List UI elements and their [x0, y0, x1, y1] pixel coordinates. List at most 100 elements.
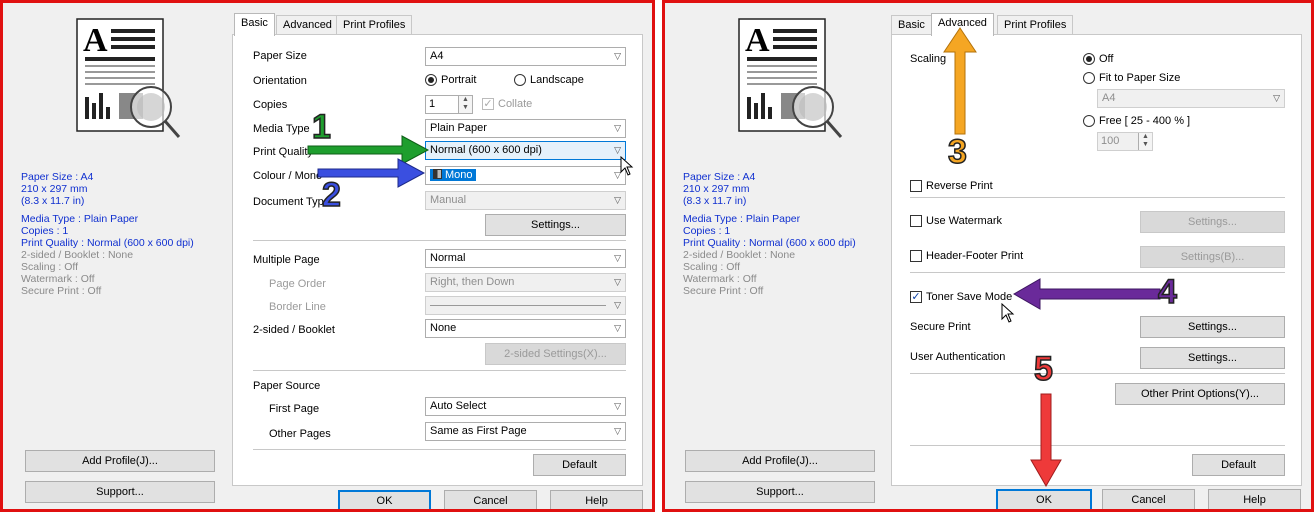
- other-pages-label: Other Pages: [269, 428, 331, 440]
- tab-advanced[interactable]: Advanced: [931, 13, 994, 36]
- page-order-select[interactable]: Right, then Down ▽: [425, 273, 626, 292]
- multiple-page-select[interactable]: Normal ▽: [425, 249, 626, 268]
- settings-summary: Paper Size : A4 210 x 297 mm (8.3 x 11.7…: [21, 171, 221, 297]
- summary-media-type: Media Type : Plain Paper: [683, 213, 801, 225]
- default-button[interactable]: Default: [533, 454, 626, 476]
- two-sided-label: 2-sided / Booklet: [253, 324, 335, 336]
- chevron-down-icon: ▽: [614, 277, 621, 287]
- first-page-select[interactable]: Auto Select ▽: [425, 397, 626, 416]
- document-type-select[interactable]: Manual ▽: [425, 191, 626, 210]
- annotation-number-2: 2: [321, 176, 341, 214]
- paper-source-label: Paper Source: [253, 380, 321, 392]
- divider: [910, 445, 1285, 446]
- free-scaling-value: 100: [1101, 135, 1120, 147]
- landscape-radio[interactable]: [514, 74, 526, 86]
- header-footer-checkbox[interactable]: [910, 250, 922, 262]
- use-watermark-checkbox[interactable]: [910, 215, 922, 227]
- two-sided-select[interactable]: None ▽: [425, 319, 626, 338]
- settings-summary: Paper Size : A4 210 x 297 mm (8.3 x 11.7…: [683, 171, 883, 297]
- copies-stepper[interactable]: 1 ▲ ▼: [425, 95, 473, 114]
- watermark-settings-button[interactable]: Settings...: [1140, 211, 1285, 233]
- summary-print-quality: Print Quality : Normal (600 x 600 dpi): [683, 237, 856, 249]
- dialog-basic-tab: A Paper Size : A4 210 x 297 mm (8.3 x 11…: [0, 0, 655, 512]
- secure-print-settings-button[interactable]: Settings...: [1140, 316, 1285, 338]
- multiple-page-value: Normal: [430, 252, 466, 264]
- free-scaling-label: Free [ 25 - 400 % ]: [1099, 115, 1191, 127]
- colour-mono-select[interactable]: Mono ▽: [425, 166, 626, 185]
- summary-two-sided: 2-sided / Booklet : None: [21, 249, 134, 261]
- tab-advanced[interactable]: Advanced: [276, 15, 339, 35]
- tab-basic[interactable]: Basic: [234, 13, 275, 36]
- document-type-label: Document Type: [253, 196, 330, 208]
- landscape-label: Landscape: [530, 74, 584, 86]
- media-type-select[interactable]: Plain Paper ▽: [425, 119, 626, 138]
- summary-media-type: Media Type : Plain Paper: [21, 213, 139, 225]
- print-quality-select[interactable]: Normal (600 x 600 dpi) ▽: [425, 141, 626, 160]
- summary-dim-in: (8.3 x 11.7 in): [21, 195, 85, 207]
- summary-watermark: Watermark : Off: [21, 273, 95, 285]
- other-pages-select[interactable]: Same as First Page ▽: [425, 422, 626, 441]
- spin-arrows-icon[interactable]: ▲ ▼: [458, 96, 472, 113]
- chevron-down-icon: ▽: [614, 401, 621, 411]
- tab-print-profiles[interactable]: Print Profiles: [997, 15, 1074, 35]
- summary-scaling: Scaling : Off: [21, 261, 79, 273]
- document-settings-button[interactable]: Settings...: [485, 214, 626, 236]
- fit-paper-size-select[interactable]: A4 ▽: [1097, 89, 1285, 108]
- copies-value: 1: [429, 98, 436, 110]
- other-print-options-button[interactable]: Other Print Options(Y)...: [1115, 383, 1285, 405]
- media-type-label: Media Type: [253, 123, 310, 135]
- multiple-page-label: Multiple Page: [253, 254, 320, 266]
- chevron-down-icon: ▽: [614, 195, 621, 205]
- add-profile-button[interactable]: Add Profile(J)...: [685, 450, 875, 472]
- help-button[interactable]: Help: [550, 490, 643, 509]
- cancel-button[interactable]: Cancel: [444, 490, 537, 509]
- ok-button[interactable]: OK: [996, 489, 1092, 509]
- support-button[interactable]: Support...: [685, 481, 875, 503]
- dialog-advanced-tab: A Paper Size : A4 210 x 297 mm (8.3 x 11…: [662, 0, 1314, 512]
- header-footer-label: Header-Footer Print: [926, 250, 1024, 262]
- colour-mono-label: Colour / Mono: [253, 170, 323, 182]
- divider: [910, 197, 1285, 198]
- scaling-off-radio[interactable]: [1083, 53, 1095, 65]
- collate-checkbox[interactable]: ✓: [482, 98, 494, 110]
- tab-print-profiles[interactable]: Print Profiles: [336, 15, 413, 35]
- summary-dim-in: (8.3 x 11.7 in): [683, 195, 747, 207]
- scaling-label: Scaling: [910, 53, 947, 65]
- user-authentication-settings-button[interactable]: Settings...: [1140, 347, 1285, 369]
- annotation-number-1: 1: [311, 108, 331, 146]
- paper-size-label: Paper Size: [253, 50, 307, 62]
- default-button[interactable]: Default: [1192, 454, 1285, 476]
- sidebar: A Paper Size : A4 210 x 297 mm (8.3 x 11…: [3, 3, 225, 509]
- divider: [253, 240, 626, 241]
- document-type-value: Manual: [430, 194, 467, 206]
- add-profile-button[interactable]: Add Profile(J)...: [25, 450, 215, 472]
- annotation-number-5: 5: [1033, 350, 1053, 388]
- summary-copies: Copies : 1: [21, 225, 69, 237]
- fit-to-paper-radio[interactable]: [1083, 72, 1095, 84]
- basic-tab-content: Paper Size A4 ▽ Orientation Portrait Land…: [232, 34, 643, 486]
- tab-bar: Basic Advanced Print Profiles: [891, 13, 1311, 36]
- two-sided-settings-button[interactable]: 2-sided Settings(X)...: [485, 343, 626, 365]
- ok-button[interactable]: OK: [338, 490, 431, 509]
- tab-bar: Basic Advanced Print Profiles: [232, 13, 652, 36]
- chevron-down-icon: ▽: [614, 426, 621, 436]
- help-button[interactable]: Help: [1208, 489, 1301, 509]
- summary-two-sided: 2-sided / Booklet : None: [683, 249, 796, 261]
- portrait-radio[interactable]: [425, 74, 437, 86]
- spin-arrows-icon[interactable]: ▲ ▼: [1138, 133, 1152, 150]
- free-scaling-radio[interactable]: [1083, 115, 1095, 127]
- toner-save-checkbox[interactable]: ✓: [910, 291, 922, 303]
- reverse-print-checkbox[interactable]: [910, 180, 922, 192]
- support-button[interactable]: Support...: [25, 481, 215, 503]
- header-footer-settings-button[interactable]: Settings(B)...: [1140, 246, 1285, 268]
- tab-basic[interactable]: Basic: [891, 15, 932, 35]
- page-order-value: Right, then Down: [430, 276, 515, 288]
- free-scaling-stepper[interactable]: 100 ▲ ▼: [1097, 132, 1153, 151]
- summary-copies: Copies : 1: [683, 225, 731, 237]
- paper-size-select[interactable]: A4 ▽: [425, 47, 626, 66]
- border-line-select[interactable]: ▽: [425, 296, 626, 315]
- copies-label: Copies: [253, 99, 288, 111]
- divider: [253, 449, 626, 450]
- cancel-button[interactable]: Cancel: [1102, 489, 1195, 509]
- page-preview-icon: A: [76, 18, 181, 138]
